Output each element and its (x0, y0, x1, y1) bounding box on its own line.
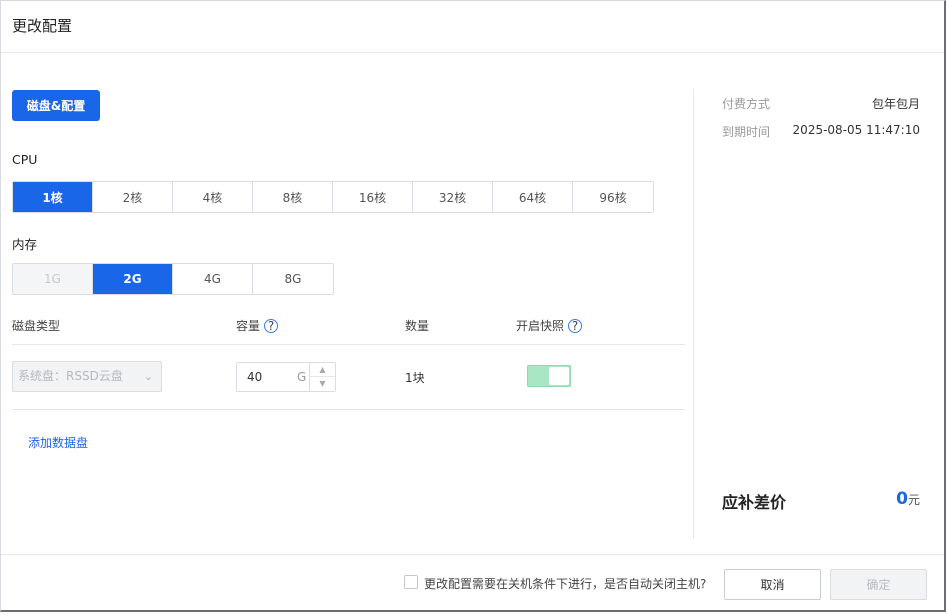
col-disk-type: 磁盘类型 (12, 319, 61, 333)
expire-value: 2025-08-05 11:47:10 (792, 123, 920, 137)
cpu-option-0[interactable]: 1核 (13, 182, 93, 212)
price-diff-label: 应补差价 (722, 493, 787, 512)
chevron-down-icon[interactable]: ▼ (310, 377, 335, 391)
cpu-label: CPU (12, 152, 38, 167)
col-capacity: 容量? (236, 317, 279, 334)
disk-type-select[interactable]: 系统盘：RSSD云盘 ⌄ (12, 361, 162, 392)
col-snapshot-label: 开启快照 (516, 319, 565, 333)
cancel-button[interactable]: 取消 (724, 569, 821, 600)
config-panel: 磁盘&配置 CPU 1核 2核 4核 8核 16核 32核 64核 96核 内存 1G 2G 4G… (12, 53, 692, 553)
price-diff-amount: 0 (896, 489, 908, 509)
price-diff-value: 0元 (896, 489, 920, 509)
cpu-option-1[interactable]: 2核 (93, 182, 173, 212)
price-diff: 应补差价 0元 (722, 489, 920, 513)
cpu-option-7[interactable]: 96核 (573, 182, 653, 212)
col-capacity-label: 容量 (236, 319, 261, 333)
disk-type-value: 系统盘：RSSD云盘 (18, 369, 123, 383)
dialog-header: 更改配置 (1, 1, 944, 53)
dialog-title: 更改配置 (12, 17, 73, 35)
help-circle-icon[interactable]: ? (264, 319, 279, 333)
summary-panel: 付费方式 包年包月 到期时间 2025-08-05 11:47:10 应补差价 … (693, 89, 947, 539)
disk-table-header: 磁盘类型 容量? 数量 开启快照? (12, 315, 685, 345)
chevron-down-icon: ⌄ (143, 370, 153, 383)
expire-label: 到期时间 (722, 125, 771, 139)
pay-method-label: 付费方式 (722, 97, 771, 111)
add-data-disk-link[interactable]: 添加数据盘 (28, 434, 88, 451)
capacity-stepper: ▲ ▼ (309, 363, 335, 391)
expire-row: 到期时间 2025-08-05 11:47:10 (722, 123, 920, 143)
table-row: 系统盘：RSSD云盘 ⌄ 40 G ▲ ▼ 1块 (12, 345, 685, 410)
cpu-selector: 1核 2核 4核 8核 16核 32核 64核 96核 (12, 181, 654, 213)
price-diff-unit: 元 (907, 493, 920, 507)
capacity-input[interactable]: 40 G ▲ ▼ (236, 362, 336, 392)
change-config-dialog: 更改配置 磁盘&配置 CPU 1核 2核 4核 8核 16核 32核 64核 96核 内存 1… (0, 0, 946, 612)
memory-selector: 1G 2G 4G 8G (12, 263, 334, 295)
auto-shutdown-label: 更改配置需要在关机条件下进行，是否自动关闭主机? (424, 577, 707, 591)
snapshot-toggle[interactable] (527, 365, 571, 387)
tab-disk-config[interactable]: 磁盘&配置 (12, 90, 100, 121)
memory-option-2[interactable]: 4G (173, 264, 253, 294)
confirm-button[interactable]: 确定 (830, 569, 927, 600)
memory-option-0[interactable]: 1G (13, 264, 93, 294)
toggle-knob (549, 367, 569, 385)
memory-option-3[interactable]: 8G (253, 264, 333, 294)
pay-method-value: 包年包月 (871, 97, 920, 111)
cpu-option-2[interactable]: 4核 (173, 182, 253, 212)
capacity-unit: G (297, 370, 307, 384)
cpu-option-6[interactable]: 64核 (493, 182, 573, 212)
dialog-footer: 更改配置需要在关机条件下进行，是否自动关闭主机? 取消 确定 (1, 554, 944, 613)
memory-label: 内存 (12, 237, 38, 252)
cpu-option-3[interactable]: 8核 (253, 182, 333, 212)
cpu-option-5[interactable]: 32核 (413, 182, 493, 212)
disk-count: 1块 (405, 371, 425, 385)
auto-shutdown-checkbox[interactable] (404, 575, 418, 589)
memory-option-1[interactable]: 2G (93, 264, 173, 294)
cpu-option-4[interactable]: 16核 (333, 182, 413, 212)
col-snapshot: 开启快照? (516, 317, 583, 334)
help-circle-icon[interactable]: ? (568, 319, 583, 333)
pay-method-row: 付费方式 包年包月 (722, 95, 920, 115)
capacity-value[interactable]: 40 (247, 370, 262, 384)
col-count: 数量 (405, 319, 430, 333)
chevron-up-icon[interactable]: ▲ (310, 363, 335, 377)
